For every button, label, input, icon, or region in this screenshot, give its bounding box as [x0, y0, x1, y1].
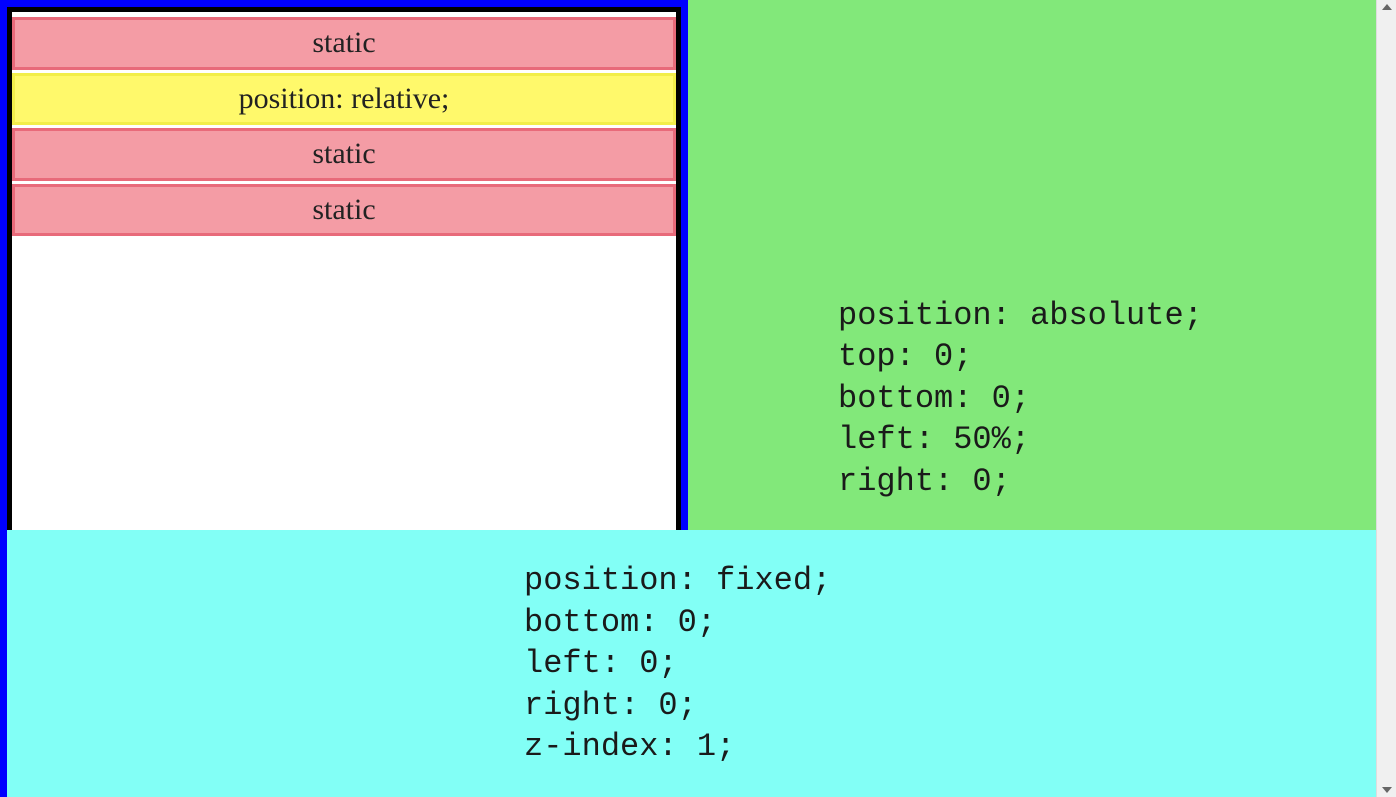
- box-row-static-1: static: [12, 17, 676, 70]
- box-row-static-3: static: [12, 184, 676, 237]
- fixed-code-text: position: fixed; bottom: 0; left: 0; rig…: [524, 560, 831, 797]
- box-row-static-2: static: [12, 128, 676, 181]
- vertical-scrollbar[interactable]: [1376, 0, 1396, 797]
- scroll-down-icon[interactable]: [1382, 787, 1392, 793]
- row-label: static: [312, 26, 375, 59]
- row-label: static: [312, 193, 375, 226]
- scroll-up-icon[interactable]: [1382, 4, 1392, 10]
- demo-viewport: static position: relative; static static…: [0, 0, 1376, 797]
- row-label: position: relative;: [239, 82, 450, 115]
- row-label: static: [312, 137, 375, 170]
- absolute-code-text: position: absolute; top: 0; bottom: 0; l…: [838, 295, 1203, 503]
- box-row-relative: position: relative;: [12, 73, 676, 126]
- fixed-panel: position: fixed; bottom: 0; left: 0; rig…: [7, 530, 1376, 797]
